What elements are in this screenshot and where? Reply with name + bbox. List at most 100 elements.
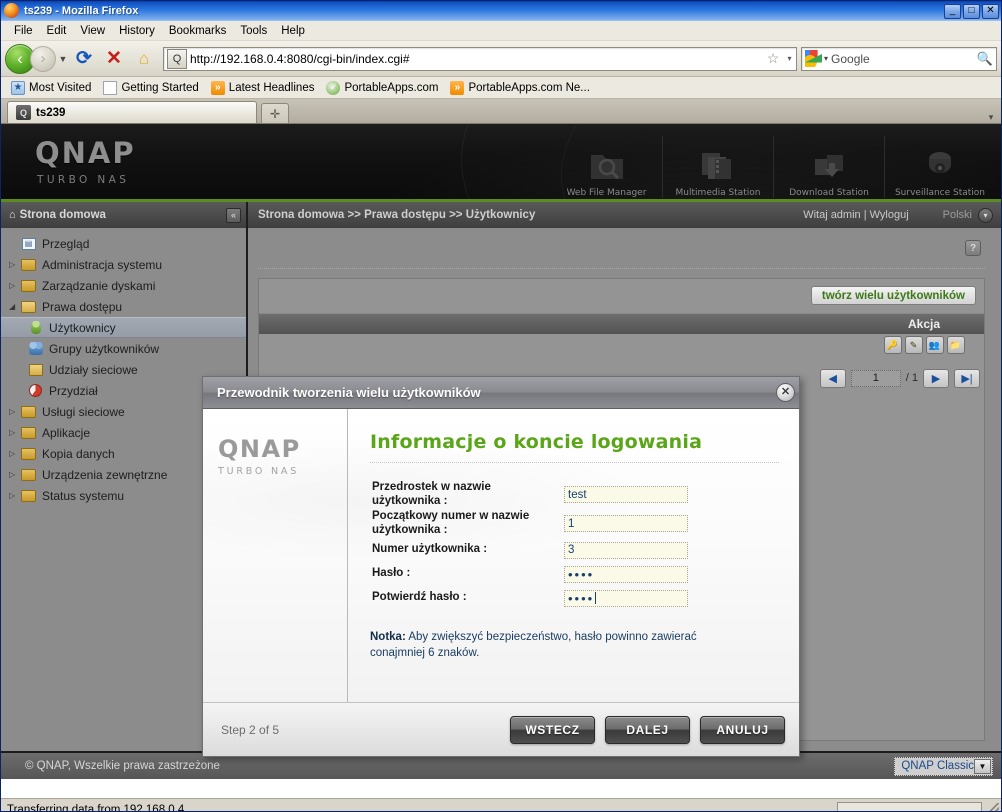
- bookmark-portableapps[interactable]: ✓ PortableApps.com: [321, 80, 443, 96]
- resize-grip[interactable]: [985, 802, 999, 811]
- key-icon[interactable]: 🔑: [883, 336, 902, 354]
- user-greeting[interactable]: Witaj admin | Wyloguj: [803, 209, 908, 221]
- menu-bookmarks[interactable]: Bookmarks: [162, 23, 234, 39]
- forward-button[interactable]: ›: [30, 45, 56, 72]
- label-password: Hasło :: [372, 567, 411, 580]
- chevron-right-icon[interactable]: ▷: [9, 428, 20, 437]
- address-bar[interactable]: Q http://192.168.0.4:8080/cgi-bin/index.…: [163, 46, 797, 71]
- sidebar-header: ⌂ Strona domowa «: [1, 202, 248, 228]
- sidebar-item-przeglad[interactable]: ▤ Przegląd: [1, 233, 246, 254]
- home-label[interactable]: Strona domowa: [20, 209, 226, 221]
- web-file-manager-icon: [586, 147, 628, 185]
- sidebar-item-zarzadzanie-dyskami[interactable]: ▷ Zarządzanie dyskami: [1, 275, 246, 296]
- form-row-prefix: Przedrostek w nazwie użytkownika : test: [372, 481, 777, 508]
- username-prefix-input[interactable]: test: [564, 486, 688, 504]
- app-web-file-manager[interactable]: Web File Manager: [551, 136, 662, 198]
- menu-view[interactable]: View: [73, 23, 112, 39]
- bookmark-portableapps-news[interactable]: » PortableApps.com Ne...: [445, 80, 594, 96]
- menu-file[interactable]: File: [7, 23, 40, 39]
- chevron-down-icon[interactable]: ▾: [824, 54, 828, 63]
- folder-open-icon: [20, 299, 37, 314]
- bookmark-most-visited[interactable]: ★ Most Visited: [6, 80, 96, 96]
- chevron-down-icon[interactable]: ▾: [978, 207, 993, 223]
- progress-indicator: [837, 801, 982, 811]
- sidebar-item-label: Usługi sieciowe: [42, 404, 125, 419]
- home-icon[interactable]: ⌂: [131, 46, 157, 72]
- next-page-button[interactable]: ▶: [923, 368, 949, 388]
- chevron-right-icon[interactable]: ▷: [9, 449, 20, 458]
- sidebar-item-administracja-systemu[interactable]: ▷ Administracja systemu: [1, 254, 246, 275]
- chevron-right-icon[interactable]: ▷: [9, 470, 20, 479]
- close-button[interactable]: ✕: [982, 3, 999, 19]
- form-row-user-count: Numer użytkownika : 3: [372, 539, 777, 561]
- divider: [258, 268, 985, 269]
- maximize-button[interactable]: □: [963, 3, 980, 19]
- window-controls: _ □ ✕: [944, 3, 999, 19]
- sidebar-item-uzytkownicy[interactable]: Użytkownicy: [1, 317, 246, 338]
- cancel-button[interactable]: ANULUJ: [700, 715, 785, 744]
- share-icon[interactable]: 📁: [946, 336, 965, 354]
- tab-ts239[interactable]: Q ts239: [7, 101, 257, 123]
- site-identity-icon[interactable]: Q: [167, 48, 187, 69]
- prev-page-button[interactable]: ◀: [819, 368, 846, 388]
- list-all-tabs-icon[interactable]: ▾: [981, 112, 1001, 123]
- chevron-down-icon[interactable]: ▼: [57, 54, 69, 64]
- reload-icon[interactable]: ⟳: [71, 46, 97, 72]
- minimize-button[interactable]: _: [944, 3, 961, 19]
- app-multimedia-station[interactable]: Multimedia Station: [662, 136, 773, 198]
- back-button[interactable]: WSTECZ: [510, 715, 595, 744]
- download-station-icon: [808, 147, 850, 185]
- chevron-right-icon[interactable]: ▷: [9, 407, 20, 416]
- multimedia-station-icon: [697, 147, 739, 185]
- menu-tools[interactable]: Tools: [233, 23, 274, 39]
- chevron-right-icon[interactable]: ▷: [9, 260, 20, 269]
- create-multiple-users-button[interactable]: twórz wielu użytkowników: [810, 286, 976, 305]
- qnap-sublogo: TURBO NAS: [37, 174, 130, 186]
- chevron-right-icon[interactable]: ▷: [9, 281, 20, 290]
- app-surveillance-station[interactable]: Surveillance Station: [884, 136, 995, 198]
- sidebar-item-label: Grupy użytkowników: [49, 341, 160, 356]
- url-text[interactable]: http://192.168.0.4:8080/cgi-bin/index.cg…: [190, 52, 763, 66]
- edit-icon[interactable]: ✎: [904, 336, 923, 354]
- chevron-down-icon[interactable]: ▼: [974, 758, 991, 774]
- user-count-input[interactable]: 3: [564, 541, 688, 559]
- form-row-confirm-password: Potwierdź hasło : ••••: [372, 587, 777, 609]
- group-icon[interactable]: 👥: [925, 336, 944, 354]
- check-circle-icon: ✓: [326, 80, 341, 95]
- menu-history[interactable]: History: [112, 23, 162, 39]
- menu-help[interactable]: Help: [274, 23, 312, 39]
- close-icon[interactable]: ✕: [776, 383, 795, 402]
- chevron-down-icon[interactable]: ▾: [783, 54, 796, 63]
- last-page-button[interactable]: ▶|: [954, 368, 980, 388]
- search-input[interactable]: Google: [831, 52, 974, 66]
- label-start-number: Początkowy numer w nazwie użytkownika :: [372, 510, 530, 536]
- theme-select[interactable]: QNAP Classic ▼: [894, 756, 993, 776]
- page-content: QNAP TURBO NAS Web File Manager Multimed…: [1, 124, 1001, 798]
- new-tab-button[interactable]: ✛: [261, 103, 289, 123]
- note-label: Notka:: [370, 631, 406, 644]
- collapse-sidebar-button[interactable]: «: [226, 207, 241, 223]
- page-number-input[interactable]: 1: [850, 369, 901, 387]
- search-icon[interactable]: 🔍: [974, 51, 996, 67]
- app-download-station[interactable]: Download Station: [773, 136, 884, 198]
- password-input[interactable]: ••••: [564, 565, 688, 583]
- menu-edit[interactable]: Edit: [40, 23, 74, 39]
- search-bar[interactable]: ▾ Google 🔍: [801, 46, 997, 71]
- next-button[interactable]: DALEJ: [605, 715, 690, 744]
- navigation-row: ⌂ Strona domowa « Strona domowa >> Prawa…: [1, 202, 1001, 228]
- start-number-input[interactable]: 1: [564, 515, 688, 533]
- password-mask: ••••: [568, 566, 595, 582]
- app-label: Multimedia Station: [675, 188, 761, 198]
- confirm-password-input[interactable]: ••••: [564, 589, 688, 607]
- bookmark-getting-started[interactable]: Getting Started: [98, 80, 203, 96]
- bookmark-star-icon[interactable]: ☆: [763, 50, 783, 67]
- chevron-right-icon[interactable]: ▷: [9, 491, 20, 500]
- bookmark-label: Latest Headlines: [228, 81, 315, 94]
- chevron-down-icon[interactable]: ◢: [9, 302, 20, 311]
- sidebar-item-prawa-dostepu[interactable]: ◢ Prawa dostępu: [1, 296, 246, 317]
- stop-icon[interactable]: ✕: [101, 46, 127, 72]
- sidebar-item-grupy-uzytkownikow[interactable]: Grupy użytkowników: [1, 338, 246, 359]
- help-icon[interactable]: ?: [965, 240, 981, 256]
- bookmark-latest-headlines[interactable]: » Latest Headlines: [206, 80, 320, 96]
- surveillance-station-icon: [919, 147, 961, 185]
